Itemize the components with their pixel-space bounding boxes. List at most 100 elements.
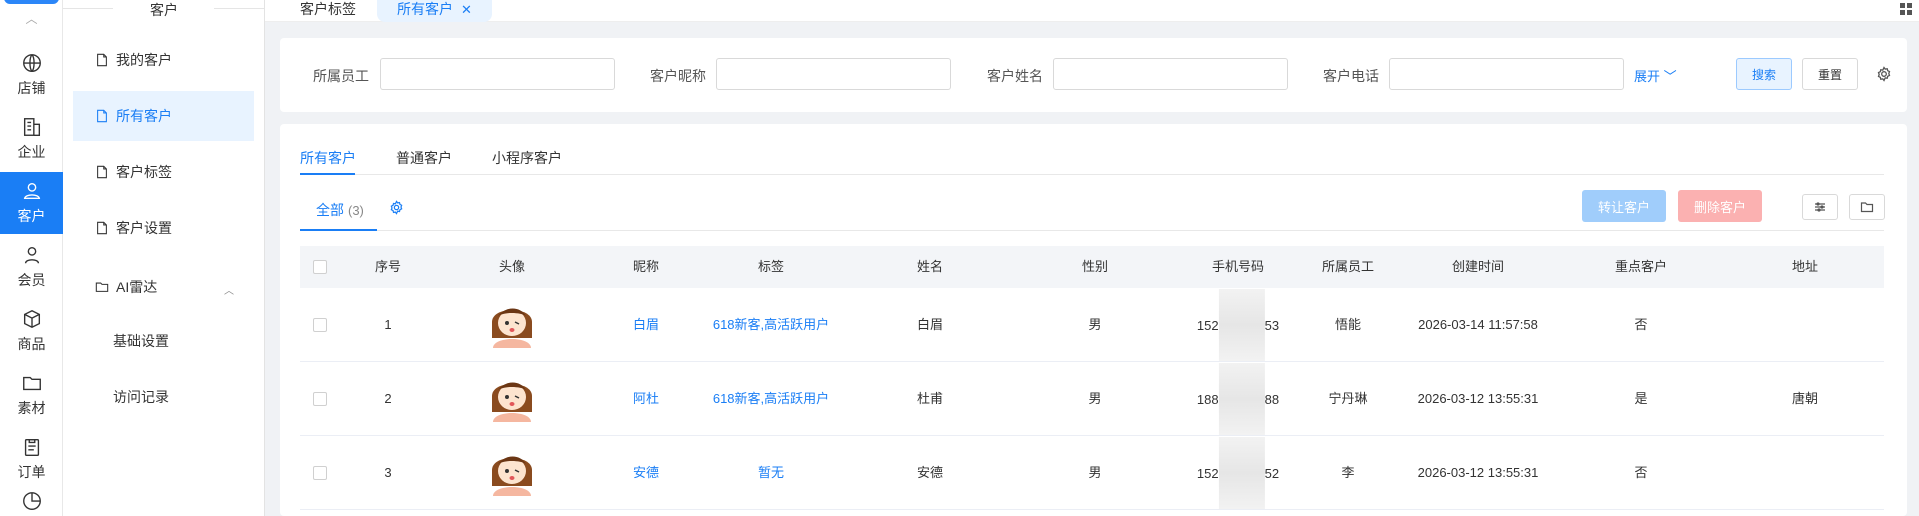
icon-rail: ︿ 店铺 企业 客户 会员 商品 素材 订单 (0, 0, 63, 516)
phone-prefix: 152 (1196, 465, 1219, 481)
folder-icon (95, 282, 109, 292)
tab-all-customers[interactable]: 所有客户 ✕ (377, 0, 492, 22)
phone-input[interactable] (1389, 58, 1624, 90)
menu-sub-visit-records[interactable]: 访问记录 (73, 372, 254, 422)
row-checkbox[interactable] (313, 466, 327, 480)
column-header: 头像 (498, 259, 526, 274)
phone-suffix: 53 (1264, 317, 1280, 333)
rail-item-analytics[interactable] (0, 490, 63, 516)
subtab-count: (3) (348, 203, 364, 218)
divider (300, 174, 1884, 175)
employee-input[interactable] (380, 58, 615, 90)
customer-list-card: 所有客户 普通客户 小程序客户 全部 (3) 转让客户 删除客户 序号 头像 昵称… (280, 124, 1907, 516)
row-tags[interactable]: 618新客,高活跃用户 (713, 362, 829, 436)
menu-item-label: 访问记录 (113, 389, 169, 405)
menu-sub-basic-settings[interactable]: 基础设置 (73, 316, 254, 366)
row-checkbox[interactable] (313, 318, 327, 332)
chevron-up-icon[interactable]: ︿ (224, 282, 234, 297)
tab-all[interactable]: 所有客户 (300, 148, 356, 168)
row-tags[interactable]: 暂无 (758, 436, 784, 510)
chevron-up-icon[interactable]: ︿ (0, 10, 63, 27)
export-folder-button[interactable] (1849, 194, 1885, 220)
menu-item-ai-radar[interactable]: AI雷达 ︿ (73, 262, 254, 312)
folder-icon (1860, 202, 1874, 213)
row-name: 杜甫 (916, 391, 944, 406)
tab-label: 客户标签 (300, 1, 356, 17)
member-icon (24, 246, 39, 264)
rail-item-material[interactable]: 素材 (0, 364, 63, 426)
rail-label: 店铺 (17, 80, 46, 96)
gear-icon[interactable] (1876, 66, 1892, 82)
reset-button[interactable]: 重置 (1802, 58, 1858, 90)
tab-indicator (300, 173, 355, 175)
close-icon[interactable]: ✕ (461, 2, 472, 17)
gear-icon[interactable] (389, 200, 404, 215)
rail-top-indicator (4, 0, 59, 4)
row-nickname[interactable]: 安德 (633, 436, 659, 510)
delete-customer-button[interactable]: 删除客户 (1678, 190, 1762, 222)
name-input[interactable] (1053, 58, 1288, 90)
tab-miniprogram[interactable]: 小程序客户 (492, 148, 562, 168)
column-header: 所属员工 (1321, 259, 1375, 274)
folder-icon (22, 376, 41, 391)
column-header: 手机号码 (1211, 259, 1265, 274)
transfer-customer-button[interactable]: 转让客户 (1582, 190, 1666, 222)
row-created-time: 2026-03-12 13:55:31 (1417, 391, 1539, 406)
rail-item-order[interactable]: 订单 (0, 428, 63, 490)
row-name: 安德 (916, 465, 944, 480)
avatar (487, 296, 537, 348)
rail-item-member[interactable]: 会员 (0, 236, 63, 298)
select-all-checkbox[interactable] (313, 260, 327, 274)
search-button[interactable]: 搜索 (1736, 58, 1792, 90)
column-header: 姓名 (916, 259, 944, 274)
phone-prefix: 152 (1196, 317, 1219, 333)
rail-item-goods[interactable]: 商品 (0, 300, 63, 362)
subtab-all[interactable]: 全部 (3) (316, 200, 364, 220)
phone-label: 客户电话 (1323, 68, 1379, 84)
nickname-input[interactable] (716, 58, 951, 90)
rail-label: 商品 (17, 336, 46, 352)
column-header: 重点客户 (1614, 259, 1668, 274)
rail-label: 素材 (17, 400, 46, 416)
row-nickname[interactable]: 白眉 (633, 288, 659, 362)
table-row[interactable]: 2 阿杜 618新客,高活跃用户 杜甫 男 188 88 宁丹琳 2026-03-… (300, 362, 1884, 436)
rail-label: 企业 (17, 144, 46, 160)
row-checkbox[interactable] (313, 392, 327, 406)
phone-suffix: 88 (1264, 391, 1280, 407)
table-row[interactable]: 3 安德 暂无 安德 男 152 52 李 2026-03-12 13:55:31… (300, 436, 1884, 510)
box-icon (23, 309, 40, 329)
menu-item-my-customers[interactable]: 我的客户 (73, 35, 254, 85)
phone-suffix: 52 (1264, 465, 1280, 481)
rail-item-customer[interactable]: 客户 (0, 172, 63, 234)
chevron-down-icon: ﹀ (1663, 69, 1677, 84)
globe-icon (22, 54, 41, 72)
table-row[interactable]: 1 白眉 618新客,高活跃用户 白眉 男 152 53 悟能 2026-03-1… (300, 288, 1884, 362)
rail-label: 客户 (17, 208, 46, 224)
document-icon (97, 165, 107, 179)
building-icon (23, 118, 40, 136)
rail-label: 会员 (17, 272, 46, 288)
menu-title: 客户 (150, 2, 178, 18)
row-tags[interactable]: 618新客,高活跃用户 (713, 288, 829, 362)
row-key-customer: 否 (1634, 317, 1648, 332)
tab-customer-tags[interactable]: 客户标签 (280, 0, 376, 22)
row-nickname[interactable]: 阿杜 (633, 362, 659, 436)
rail-item-enterprise[interactable]: 企业 (0, 108, 63, 170)
row-index: 1 (384, 317, 392, 332)
menu-item-all-customers[interactable]: 所有客户 (73, 91, 254, 141)
phone-mask (1218, 289, 1265, 361)
row-gender: 男 (1088, 465, 1102, 480)
menu-item-label: 客户设置 (116, 220, 172, 236)
menu-item-customer-settings[interactable]: 客户设置 (73, 203, 254, 253)
phone-mask (1218, 363, 1265, 435)
column-header: 创建时间 (1451, 259, 1505, 274)
rail-item-store[interactable]: 店铺 (0, 44, 63, 106)
grid-icon[interactable] (1899, 2, 1913, 16)
tab-normal[interactable]: 普通客户 (396, 148, 452, 168)
avatar (487, 444, 537, 496)
column-settings-button[interactable] (1802, 194, 1838, 220)
menu-item-customer-tags[interactable]: 客户标签 (73, 147, 254, 197)
menu-item-label: 客户标签 (116, 164, 172, 180)
menu-item-label: AI雷达 (116, 279, 158, 295)
expand-toggle[interactable]: 展开 ﹀ (1634, 66, 1677, 85)
